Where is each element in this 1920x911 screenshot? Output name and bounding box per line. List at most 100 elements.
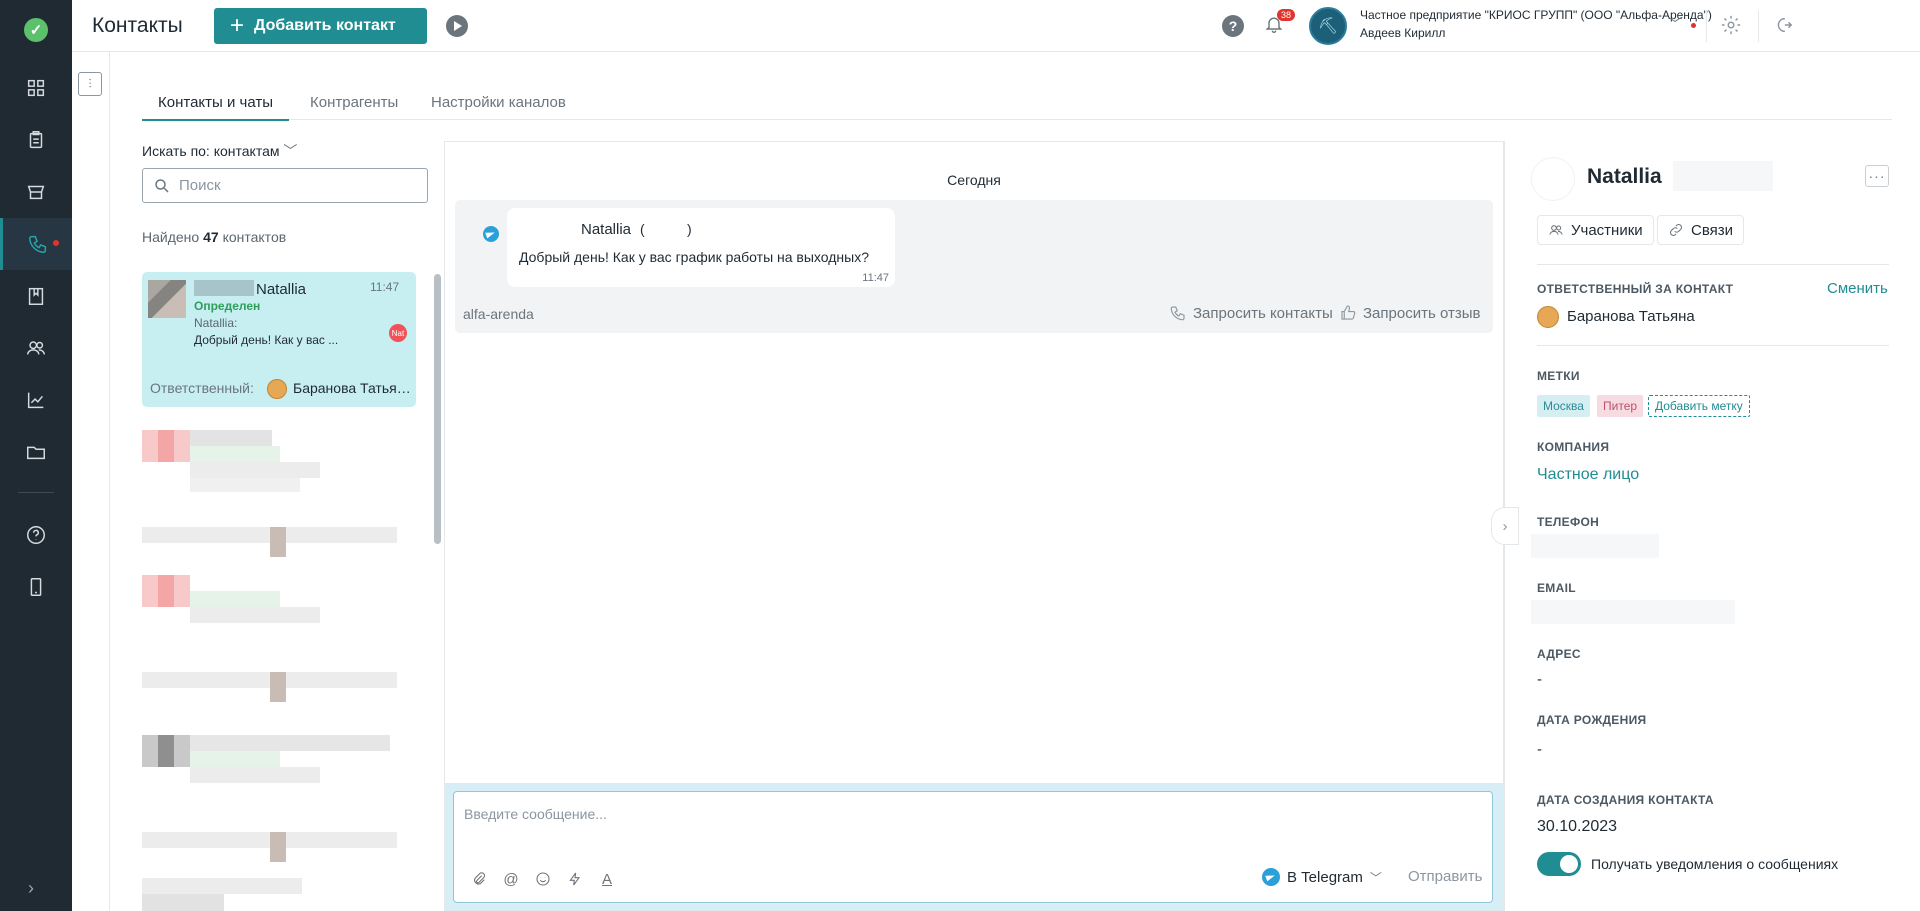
redacted-phone — [1531, 534, 1659, 558]
send-button[interactable]: Отправить — [1408, 868, 1482, 885]
shop-icon[interactable] — [0, 166, 72, 218]
contact-avatar-blurred — [148, 280, 186, 318]
collapse-panel-chevron-icon[interactable]: › — [1491, 507, 1519, 545]
chevron-down-icon: ﹀ — [283, 143, 298, 159]
tag-piter[interactable]: Питер — [1597, 395, 1644, 417]
header-divider — [1706, 10, 1707, 42]
contacts-scrollbar[interactable] — [434, 274, 441, 544]
add-contact-label: Добавить контакт — [254, 17, 396, 34]
dashboard-icon[interactable] — [0, 62, 72, 114]
attach-paperclip-icon[interactable] — [470, 870, 488, 888]
quick-reply-lightning-icon[interactable] — [566, 870, 584, 888]
app-logo-check-icon[interactable]: ✓ — [24, 18, 48, 42]
channel-selector[interactable]: В Telegram ﹀ — [1262, 868, 1382, 886]
responsible-section-label: ОТВЕТСТВЕННЫЙ ЗА КОНТАКТ — [1537, 282, 1734, 296]
chat-panel: Сегодня Natallia ( ) Добрый день! Как у … — [444, 141, 1504, 911]
message-source: alfa-arenda — [463, 306, 534, 322]
search-field[interactable] — [142, 168, 428, 203]
search-mode-dropdown[interactable]: Искать по: контактам ﹀ — [142, 141, 297, 161]
birthday-section-label: ДАТА РОЖДЕНИЯ — [1537, 713, 1647, 727]
users-icon[interactable] — [0, 322, 72, 374]
tag-moscow[interactable]: Москва — [1537, 395, 1590, 417]
play-tutorial-icon[interactable] — [446, 15, 468, 37]
notifications-toggle[interactable] — [1537, 852, 1581, 876]
channel-label: В Telegram — [1287, 868, 1363, 886]
found-suffix: контактов — [222, 229, 287, 245]
message-text: Добрый день! Как у вас график работы на … — [519, 249, 870, 265]
tab-bar: Контакты и чаты Контрагенты Настройки ка… — [142, 90, 1892, 121]
add-contact-button[interactable]: + Добавить контакт — [214, 8, 427, 44]
contact-card-redacted[interactable] — [142, 878, 416, 911]
responsible-name: Баранова Татьяна — [293, 380, 411, 396]
expand-rail-chevron-icon[interactable]: › — [28, 878, 34, 899]
notifications-badge: 38 — [1277, 9, 1296, 21]
participants-button[interactable]: Участники — [1537, 215, 1654, 245]
more-options-icon[interactable]: ··· — [1865, 165, 1889, 187]
plus-icon: + — [230, 12, 245, 39]
contact-time: 11:47 — [370, 280, 400, 294]
change-responsible-link[interactable]: Сменить — [1827, 280, 1888, 297]
folder-icon[interactable] — [0, 426, 72, 478]
thumbs-up-icon — [1341, 305, 1356, 320]
emoji-smile-icon[interactable] — [534, 870, 552, 888]
tab-contacts-chats[interactable]: Контакты и чаты — [142, 94, 289, 121]
search-mode-label: Искать по: контактам — [142, 143, 280, 159]
created-section-label: ДАТА СОЗДАНИЯ КОНТАКТА — [1537, 793, 1714, 807]
redacted-email — [1531, 600, 1735, 624]
phone-section-label: ТЕЛЕФОН — [1537, 515, 1600, 529]
message-input[interactable] — [464, 806, 1474, 856]
company-link[interactable]: Частное лицо — [1537, 466, 1639, 484]
filter-sliders-icon[interactable]: ⫶ — [78, 72, 102, 96]
author-paren-close: ) — [687, 221, 692, 237]
tab-channel-settings[interactable]: Настройки каналов — [415, 94, 582, 119]
composer: @ A В Telegram ﹀ Отправить — [453, 791, 1493, 903]
contact-card-redacted[interactable] — [142, 430, 416, 560]
org-avatar[interactable]: ⛏ — [1309, 7, 1347, 45]
notifications-toggle-label: Получать уведомления о сообщениях — [1591, 856, 1839, 872]
company-section-label: КОМПАНИЯ — [1537, 440, 1610, 454]
mobile-device-icon[interactable] — [0, 561, 72, 613]
rail-divider — [18, 492, 54, 493]
help-icon[interactable]: ? — [1222, 15, 1244, 37]
unread-badge: Nat — [389, 324, 407, 342]
redacted-name-block — [194, 280, 254, 296]
org-chevron-down-icon[interactable]: ﹀ — [1668, 14, 1682, 34]
contact-card-selected[interactable]: Natallia 11:47 Определен Natallia: Добры… — [142, 272, 416, 407]
last-message-preview: Добрый день! Как у вас ... — [194, 333, 339, 347]
app-rail: ✓ › — [0, 0, 72, 911]
phone-icon — [1170, 306, 1185, 321]
chevron-down-icon: ﹀ — [1369, 870, 1382, 885]
org-alert-dot — [1691, 23, 1696, 28]
address-section-label: АДРЕС — [1537, 647, 1581, 661]
text-format-icon[interactable]: A — [598, 870, 616, 888]
request-review-button[interactable]: Запросить отзыв — [1339, 304, 1480, 322]
help-circle-icon[interactable] — [0, 509, 72, 561]
links-button[interactable]: Связи — [1657, 215, 1745, 245]
participants-label: Участники — [1571, 221, 1643, 239]
settings-gear-icon[interactable] — [1720, 14, 1742, 36]
link-icon — [1669, 223, 1683, 237]
responsible-avatar — [267, 379, 287, 399]
logout-icon[interactable] — [1772, 14, 1794, 36]
org-name[interactable]: Частное предприятие "КРИОС ГРУПП" (ООО "… — [1360, 8, 1712, 22]
documents-icon[interactable] — [0, 114, 72, 166]
contact-card-redacted[interactable] — [142, 575, 416, 705]
catalog-book-icon[interactable] — [0, 270, 72, 322]
search-input[interactable] — [179, 177, 419, 194]
found-count-text: Найдено 47 контактов — [142, 229, 286, 245]
unread-dot — [53, 240, 59, 246]
analytics-chart-icon[interactable] — [0, 374, 72, 426]
message-time: 11:47 — [862, 272, 889, 284]
address-value: - — [1537, 671, 1542, 688]
tab-counterparties[interactable]: Контрагенты — [294, 94, 414, 119]
user-name[interactable]: Авдеев Кирилл — [1360, 26, 1445, 40]
message-bubble[interactable]: Natallia ( ) Добрый день! Как у вас граф… — [507, 208, 895, 287]
request-contacts-button[interactable]: Запросить контакты — [1169, 304, 1333, 322]
contact-card-redacted[interactable] — [142, 735, 416, 865]
mention-at-icon[interactable]: @ — [502, 870, 520, 888]
contacts-phone-icon[interactable] — [0, 218, 72, 270]
users-icon — [1549, 225, 1563, 235]
responsible-avatar — [1537, 306, 1559, 328]
add-tag-button[interactable]: Добавить метку — [1648, 395, 1750, 417]
redacted-surname-block — [1673, 161, 1773, 191]
